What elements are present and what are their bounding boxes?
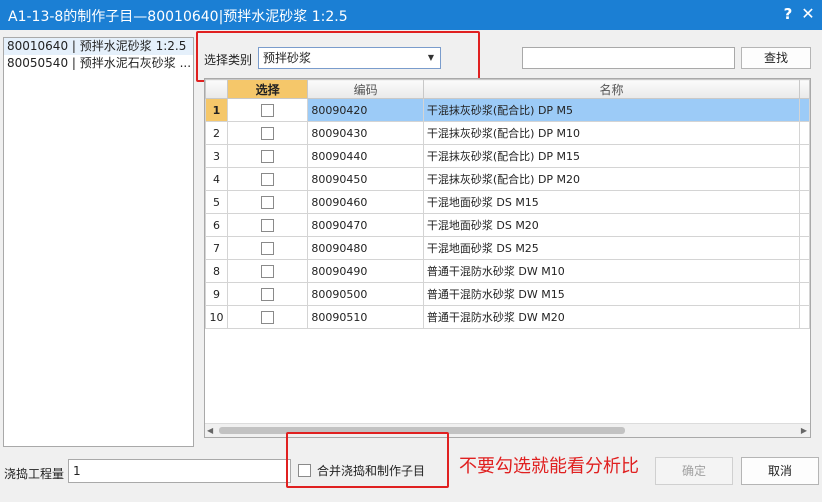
row-code[interactable]: 80090490 (307, 259, 424, 283)
table-row[interactable]: 8 80090490 普通干混防水砂浆 DW M10 (205, 259, 810, 283)
table-row[interactable]: 1 80090420 干混抹灰砂浆(配合比) DP M5 (205, 98, 810, 122)
row-checkbox[interactable] (261, 218, 275, 232)
row-number: 1 (205, 98, 228, 122)
row-code[interactable]: 80090460 (307, 190, 424, 214)
row-code[interactable]: 80090450 (307, 167, 424, 191)
ok-button[interactable]: 确定 (655, 457, 733, 485)
row-extra (799, 144, 810, 168)
annotation-box-category (196, 31, 480, 82)
table-row[interactable]: 4 80090450 干混抹灰砂浆(配合比) DP M20 (205, 167, 810, 191)
row-name[interactable]: 普通干混防水砂浆 DW M20 (422, 305, 801, 329)
row-number: 9 (205, 282, 228, 306)
row-code[interactable]: 80090480 (307, 236, 424, 260)
search-button[interactable]: 查找 (741, 47, 811, 69)
row-checkbox[interactable] (261, 241, 275, 255)
row-number: 4 (205, 167, 228, 191)
row-checkbox[interactable] (261, 172, 275, 186)
row-checkbox[interactable] (261, 149, 275, 163)
window-title: A1-13-8的制作子目—80010640|预拌水泥砂浆 1:2.5 (8, 9, 348, 25)
title-bar: A1-13-8的制作子目—80010640|预拌水泥砂浆 1:2.5 ? ✕ (0, 0, 822, 30)
search-input[interactable] (522, 47, 735, 69)
help-icon[interactable]: ? (780, 5, 796, 23)
row-number: 10 (205, 305, 228, 329)
row-select-cell[interactable] (226, 305, 309, 329)
row-checkbox[interactable] (261, 287, 275, 301)
empty-row (206, 375, 810, 398)
row-extra (799, 236, 810, 260)
row-number: 8 (205, 259, 228, 283)
row-code[interactable]: 80090500 (307, 282, 424, 306)
row-code[interactable]: 80090510 (307, 305, 424, 329)
table-row[interactable]: 3 80090440 干混抹灰砂浆(配合比) DP M15 (205, 144, 810, 168)
row-select-cell[interactable] (226, 121, 309, 145)
name-column-header[interactable]: 名称 (422, 79, 801, 99)
row-checkbox[interactable] (261, 126, 275, 140)
row-number: 6 (205, 213, 228, 237)
row-select-cell[interactable] (226, 190, 309, 214)
list-item[interactable]: 80010640 | 预拌水泥砂浆 1:2.5 (4, 38, 193, 55)
row-select-cell[interactable] (226, 282, 309, 306)
empty-row (206, 329, 810, 352)
table-row[interactable]: 2 80090430 干混抹灰砂浆(配合比) DP M10 (205, 121, 810, 145)
row-name[interactable]: 干混抹灰砂浆(配合比) DP M20 (422, 167, 801, 191)
quantity-input[interactable]: 1 (68, 459, 291, 483)
row-name[interactable]: 干混抹灰砂浆(配合比) DP M10 (422, 121, 801, 145)
row-code[interactable]: 80090430 (307, 121, 424, 145)
row-extra (799, 259, 810, 283)
row-extra (799, 98, 810, 122)
row-select-cell[interactable] (226, 213, 309, 237)
row-select-cell[interactable] (226, 236, 309, 260)
row-select-cell[interactable] (226, 259, 309, 283)
table-row[interactable]: 5 80090460 干混地面砂浆 DS M15 (205, 190, 810, 214)
sub-item-list[interactable]: 80010640 | 预拌水泥砂浆 1:2.5 80050540 | 预拌水泥石… (3, 37, 194, 447)
row-extra (799, 121, 810, 145)
table-row[interactable]: 9 80090500 普通干混防水砂浆 DW M15 (205, 282, 810, 306)
row-name[interactable]: 普通干混防水砂浆 DW M10 (422, 259, 801, 283)
row-extra (799, 213, 810, 237)
annotation-text: 不要勾选就能看分析比 (459, 456, 639, 477)
row-number: 5 (205, 190, 228, 214)
row-checkbox[interactable] (261, 195, 275, 209)
empty-row (206, 398, 810, 421)
row-code[interactable]: 80090440 (307, 144, 424, 168)
row-extra (799, 167, 810, 191)
row-checkbox[interactable] (261, 264, 275, 278)
extra-column-header (799, 79, 810, 99)
row-select-cell[interactable] (226, 98, 309, 122)
row-name[interactable]: 干混地面砂浆 DS M20 (422, 213, 801, 237)
scroll-left-icon[interactable]: ◀ (207, 426, 213, 435)
row-number: 2 (205, 121, 228, 145)
table-row[interactable]: 7 80090480 干混地面砂浆 DS M25 (205, 236, 810, 260)
table-row[interactable]: 6 80090470 干混地面砂浆 DS M20 (205, 213, 810, 237)
scroll-right-icon[interactable]: ▶ (801, 426, 807, 435)
row-select-cell[interactable] (226, 144, 309, 168)
cancel-button[interactable]: 取消 (741, 457, 819, 485)
row-extra (799, 305, 810, 329)
row-code[interactable]: 80090420 (307, 98, 424, 122)
row-extra (799, 282, 810, 306)
close-icon[interactable]: ✕ (800, 4, 816, 23)
row-number: 7 (205, 236, 228, 260)
material-grid: 选择 编码 名称 1 80090420 干混抹灰砂浆(配合比) DP M5 2 8009… (204, 78, 811, 438)
row-checkbox[interactable] (261, 103, 275, 117)
select-column-header[interactable]: 选择 (226, 79, 309, 99)
row-name[interactable]: 干混地面砂浆 DS M25 (422, 236, 801, 260)
empty-row (206, 352, 810, 375)
row-select-cell[interactable] (226, 167, 309, 191)
row-name[interactable]: 普通干混防水砂浆 DW M15 (422, 282, 801, 306)
row-code[interactable]: 80090470 (307, 213, 424, 237)
list-item[interactable]: 80050540 | 预拌水泥石灰砂浆 ... (4, 55, 193, 72)
table-row[interactable]: 10 80090510 普通干混防水砂浆 DW M20 (205, 305, 810, 329)
row-extra (799, 190, 810, 214)
row-name[interactable]: 干混地面砂浆 DS M15 (422, 190, 801, 214)
row-checkbox[interactable] (261, 310, 275, 324)
quantity-label: 浇捣工程量 (4, 467, 65, 481)
annotation-box-merge (286, 432, 449, 488)
row-name[interactable]: 干混抹灰砂浆(配合比) DP M15 (422, 144, 801, 168)
code-column-header[interactable]: 编码 (307, 79, 424, 99)
row-name[interactable]: 干混抹灰砂浆(配合比) DP M5 (422, 98, 801, 122)
row-number: 3 (205, 144, 228, 168)
row-number-header (205, 79, 228, 99)
